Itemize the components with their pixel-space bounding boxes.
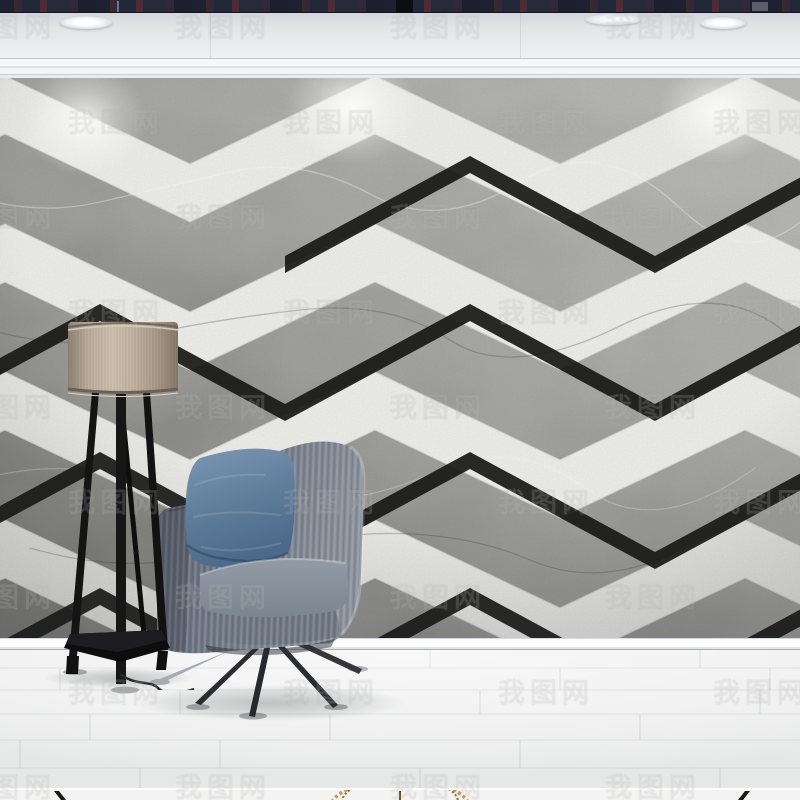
- watermark-text: 我图网: [605, 393, 701, 424]
- watermark-layer: 我图网我图网我图网我图网我图网我图网我图网我图网我图网我图网我图网我图网我图网我…: [0, 0, 800, 800]
- watermark-text: 我图网: [498, 108, 594, 139]
- watermark-text: 我图网: [175, 393, 271, 424]
- watermark-text: 我图网: [283, 298, 379, 329]
- watermark-text: 我图网: [498, 298, 594, 329]
- watermark-text: 我图网: [390, 773, 486, 800]
- watermark-text: 我图网: [175, 13, 271, 44]
- watermark-text: 我图网: [283, 678, 379, 709]
- watermark-text: 我图网: [605, 773, 701, 800]
- watermark-text: 我图网: [0, 13, 56, 44]
- watermark-text: 我图网: [605, 13, 701, 44]
- watermark-text: 我图网: [498, 678, 594, 709]
- watermark-text: 我图网: [283, 108, 379, 139]
- watermark-text: 我图网: [390, 203, 486, 234]
- watermark-text: 我图网: [605, 583, 701, 614]
- watermark-text: 我图网: [713, 298, 800, 329]
- watermark-text: 我图网: [283, 488, 379, 519]
- watermark-text: 我图网: [0, 583, 56, 614]
- room-scene: 我图网我图网我图网我图网我图网我图网我图网我图网我图网我图网我图网我图网我图网我…: [0, 0, 800, 800]
- watermark-text: 我图网: [498, 488, 594, 519]
- watermark-text: 我图网: [175, 583, 271, 614]
- watermark-text: 我图网: [713, 678, 800, 709]
- watermark-text: 我图网: [68, 108, 164, 139]
- watermark-text: 我图网: [175, 203, 271, 234]
- watermark-text: 我图网: [390, 13, 486, 44]
- watermark-text: 我图网: [0, 773, 56, 800]
- watermark-text: 我图网: [175, 773, 271, 800]
- watermark-text: 我图网: [68, 298, 164, 329]
- watermark-text: 我图网: [713, 108, 800, 139]
- watermark-text: 我图网: [390, 583, 486, 614]
- watermark-text: 我图网: [0, 393, 56, 424]
- watermark-text: 我图网: [68, 488, 164, 519]
- watermark-text: 我图网: [713, 488, 800, 519]
- watermark-text: 我图网: [68, 678, 164, 709]
- watermark-text: 我图网: [0, 203, 56, 234]
- watermark-text: 我图网: [390, 393, 486, 424]
- watermark-text: 我图网: [605, 203, 701, 234]
